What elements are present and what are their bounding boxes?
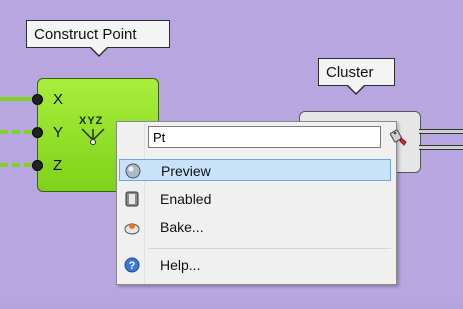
wire-y[interactable] (0, 130, 33, 134)
bake-icon (124, 219, 140, 235)
construct-point-tooltip-text: Construct Point (34, 26, 137, 43)
menu-item-preview[interactable]: Preview (119, 159, 391, 181)
enabled-icon (124, 191, 140, 207)
port-x[interactable] (32, 94, 43, 105)
input-y-label[interactable]: Y (53, 124, 63, 141)
preview-icon (125, 163, 141, 179)
rename-tag-icon[interactable] (389, 129, 410, 147)
menu-item-help[interactable]: ? Help... (119, 254, 391, 276)
cluster-output-wire-2[interactable] (419, 145, 463, 150)
port-z[interactable] (32, 160, 43, 171)
cluster-tooltip-text: Cluster (326, 64, 374, 81)
svg-text:?: ? (129, 260, 136, 272)
menu-item-enabled-label: Enabled (160, 191, 212, 207)
menu-item-help-label: Help... (160, 257, 201, 273)
menu-item-enabled[interactable]: Enabled (119, 188, 391, 210)
wire-x[interactable] (0, 97, 33, 101)
cluster-tooltip: Cluster (318, 58, 395, 95)
cluster-output-wire-1[interactable] (419, 129, 463, 134)
wire-z[interactable] (0, 163, 33, 167)
canvas-bottom-edge (0, 302, 463, 309)
component-context-menu: Preview Enabled Bake... ? Help... (116, 121, 407, 285)
component-name-input[interactable] (148, 126, 381, 148)
menu-item-bake-label: Bake... (160, 219, 204, 235)
menu-item-bake[interactable]: Bake... (119, 216, 391, 238)
point-component-icon: XYZ (76, 115, 110, 149)
menu-separator (148, 248, 391, 249)
help-icon: ? (124, 257, 140, 273)
port-y[interactable] (32, 127, 43, 138)
menu-item-preview-label: Preview (161, 163, 211, 179)
input-x-label[interactable]: X (53, 91, 63, 108)
construct-point-tooltip: Construct Point (26, 20, 170, 57)
input-z-label[interactable]: Z (53, 157, 62, 174)
